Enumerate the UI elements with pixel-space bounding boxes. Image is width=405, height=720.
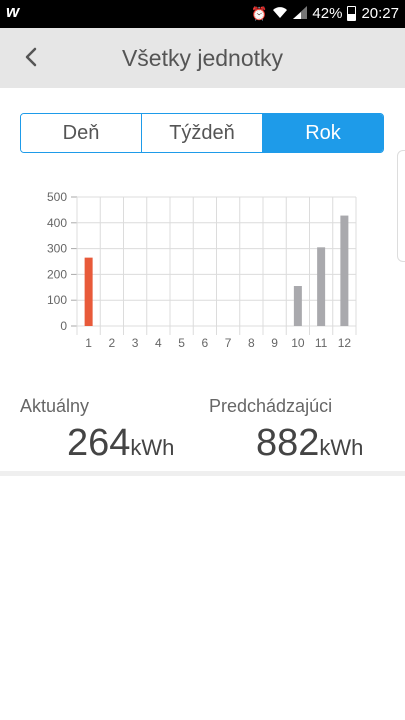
x-tick-label: 5 [178, 336, 185, 350]
tab-year[interactable]: Rok [262, 114, 383, 152]
previous-label: Predchádzajúci [209, 396, 333, 416]
current-unit: kWh [130, 435, 175, 460]
x-tick-label: 1 [85, 336, 92, 350]
previous-value: 882kWh [256, 422, 363, 465]
period-selector: Deň Týždeň Rok [20, 113, 384, 153]
y-tick-label: 400 [47, 216, 67, 230]
status-bar: w ⏰ 42% 20:27 [0, 0, 405, 28]
y-tick-label: 0 [60, 319, 67, 333]
tab-week[interactable]: Týždeň [141, 114, 262, 152]
tab-day[interactable]: Deň [21, 114, 141, 152]
battery-icon [347, 6, 357, 21]
clock: 20:27 [361, 5, 399, 22]
bar-previous [293, 286, 302, 326]
x-tick-label: 10 [291, 336, 305, 350]
x-tick-label: 9 [271, 336, 278, 350]
battery-percent: 42% [312, 5, 343, 22]
x-tick-label: 12 [338, 336, 352, 350]
bar-previous [317, 247, 326, 326]
alarm-icon: ⏰ [251, 5, 268, 21]
app-header: Všetky jednotky [0, 28, 405, 88]
x-tick-label: 2 [109, 336, 116, 350]
y-tick-label: 500 [47, 190, 67, 204]
x-tick-label: 7 [225, 336, 232, 350]
previous-unit: kWh [319, 435, 364, 460]
current-label: Aktuálny [20, 396, 90, 416]
y-tick-label: 200 [47, 267, 67, 281]
x-tick-label: 3 [132, 336, 139, 350]
bar-previous [340, 215, 349, 326]
wifi-icon [272, 6, 288, 22]
wish-icon: w [6, 2, 20, 21]
x-tick-label: 8 [248, 336, 255, 350]
signal-icon [293, 5, 308, 22]
x-tick-label: 4 [155, 336, 162, 350]
previous-number: 882 [256, 422, 320, 464]
y-tick-label: 300 [47, 242, 67, 256]
page-title: Všetky jednotky [121, 45, 284, 71]
current-value: 264kWh [67, 422, 174, 465]
x-tick-label: 6 [202, 336, 209, 350]
y-tick-label: 100 [47, 293, 67, 307]
section-divider [0, 471, 405, 476]
x-tick-label: 11 [315, 336, 328, 350]
current-number: 264 [67, 422, 131, 464]
bar-current [84, 257, 93, 326]
energy-chart: 0 100 200 300 400 500 1 2 3 4 5 6 7 8 9 10 11 12 [0, 185, 405, 360]
chart-svg: 01002003004005001 2 3 4 5 6 7 8 9 10 11 12 [47, 190, 357, 350]
